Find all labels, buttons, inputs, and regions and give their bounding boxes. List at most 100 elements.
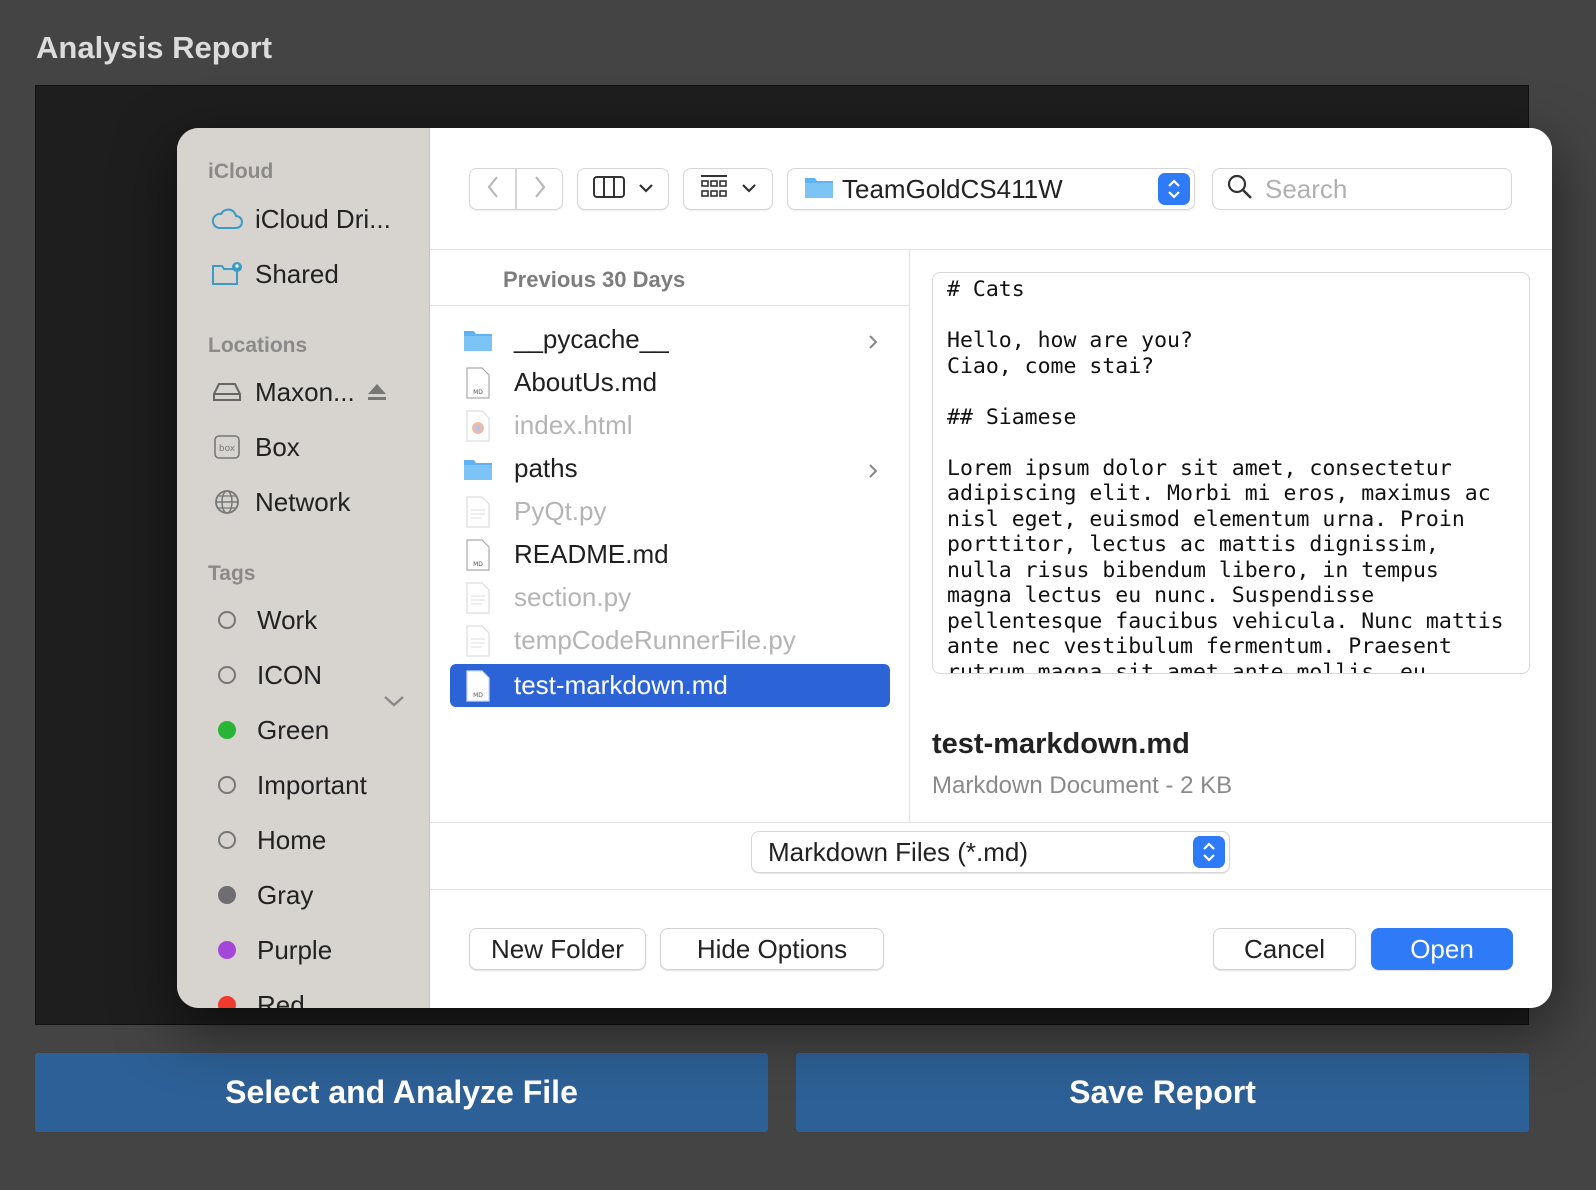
sidebar-header-tags: Tags — [208, 562, 256, 585]
open-button[interactable]: Open — [1371, 928, 1513, 970]
file-name: test-markdown.md — [514, 670, 728, 700]
chevron-right-icon — [868, 327, 878, 358]
tag-gray-dot-icon — [218, 886, 236, 904]
back-button[interactable] — [469, 168, 516, 210]
columns-view-icon — [593, 175, 625, 204]
current-folder-name: TeamGoldCS411W — [842, 173, 1063, 204]
sidebar-tag-green[interactable]: Green — [211, 710, 421, 750]
sidebar-tag-icon[interactable]: ICON — [211, 655, 421, 695]
open-file-dialog: iCloud iCloud Dri... Shared Locations Ma… — [177, 128, 1552, 1008]
sidebar-item-label: Work — [257, 604, 318, 635]
chevron-left-icon — [486, 175, 500, 204]
view-mode-button[interactable] — [577, 168, 669, 210]
dialog-sidebar: iCloud iCloud Dri... Shared Locations Ma… — [177, 128, 430, 1008]
folder-icon — [804, 175, 834, 204]
sidebar-header-locations: Locations — [208, 334, 308, 357]
sidebar-item-icloud-drive[interactable]: iCloud Dri... — [211, 199, 421, 239]
file-name: section.py — [514, 582, 632, 612]
sidebar-item-network[interactable]: Network — [211, 482, 421, 522]
popup-stepper-icon — [1158, 173, 1190, 205]
tag-empty-circle-icon — [218, 666, 236, 684]
tag-red-dot-icon — [218, 996, 236, 1008]
cancel-button[interactable]: Cancel — [1213, 928, 1356, 970]
sidebar-item-label: Purple — [257, 934, 333, 965]
sidebar-item-label: Shared — [255, 258, 339, 289]
dialog-main: TeamGoldCS411W Search Previous 30 Days _… — [430, 128, 1552, 1008]
sidebar-header-icloud: iCloud — [208, 160, 274, 183]
group-by-button[interactable] — [683, 168, 773, 210]
select-and-analyze-button[interactable]: Select and Analyze File — [35, 1053, 768, 1132]
preview-file-kind: Markdown Document - 2 KB — [932, 772, 1233, 799]
file-row-test-markdown[interactable]: MD test-markdown.md — [450, 664, 890, 707]
new-folder-button[interactable]: New Folder — [469, 928, 646, 970]
file-name: tempCodeRunnerFile.py — [514, 625, 796, 655]
sidebar-tag-gray[interactable]: Gray — [211, 875, 421, 915]
grid-group-icon — [700, 174, 728, 205]
svg-text:MD: MD — [473, 389, 483, 396]
tag-empty-circle-icon — [218, 611, 236, 629]
file-name: paths — [514, 453, 578, 483]
preview-content: # Cats Hello, how are you? Ciao, come st… — [947, 277, 1504, 674]
python-file-icon — [462, 624, 494, 658]
drive-icon — [211, 376, 243, 408]
file-row-pyqt: PyQt.py — [450, 490, 890, 533]
file-name: __pycache__ — [514, 324, 669, 354]
tag-purple-dot-icon — [218, 941, 236, 959]
file-row-pycache[interactable]: __pycache__ — [450, 318, 890, 361]
svg-text:MD: MD — [473, 692, 483, 699]
folder-icon — [462, 452, 494, 486]
preview-file-name: test-markdown.md — [932, 728, 1190, 760]
file-row-section: section.py — [450, 576, 890, 619]
sidebar-tag-important[interactable]: Important — [211, 765, 421, 805]
list-section-header: Previous 30 Days — [430, 250, 910, 306]
file-type-popup[interactable]: Markdown Files (*.md) — [751, 831, 1230, 873]
cloud-icon — [211, 203, 243, 235]
sidebar-item-label: Network — [255, 486, 351, 517]
file-name: AboutUs.md — [514, 367, 658, 397]
markdown-file-icon: MD — [462, 538, 494, 572]
tag-empty-circle-icon — [218, 831, 236, 849]
file-row-paths[interactable]: paths — [450, 447, 890, 490]
chevron-right-icon — [533, 175, 547, 204]
sidebar-tag-red[interactable]: Red — [211, 985, 421, 1008]
save-report-button[interactable]: Save Report — [796, 1053, 1529, 1132]
search-field[interactable]: Search — [1212, 168, 1512, 210]
chevron-down-icon — [639, 180, 653, 198]
sidebar-item-label: ICON — [257, 659, 322, 690]
popup-stepper-icon — [1193, 836, 1225, 868]
file-type-bar: Markdown Files (*.md) — [430, 822, 1552, 890]
file-type-label: Markdown Files (*.md) — [768, 836, 1029, 867]
html-file-icon — [462, 409, 494, 443]
sidebar-tag-purple[interactable]: Purple — [211, 930, 421, 970]
file-name: index.html — [514, 410, 633, 440]
shared-folder-icon — [211, 258, 243, 290]
forward-button[interactable] — [516, 168, 563, 210]
hide-options-button[interactable]: Hide Options — [660, 928, 884, 970]
location-popup[interactable]: TeamGoldCS411W — [787, 168, 1195, 210]
chevron-right-icon — [868, 456, 878, 487]
eject-icon[interactable] — [367, 377, 387, 408]
sidebar-tag-work[interactable]: Work — [211, 600, 421, 640]
file-row-readme[interactable]: MD README.md — [450, 533, 890, 576]
sidebar-item-label: Green — [257, 714, 330, 745]
file-row-aboutus[interactable]: MD AboutUs.md — [450, 361, 890, 404]
sidebar-item-label: Box — [255, 431, 300, 462]
sidebar-item-maxon-drive[interactable]: Maxon... — [211, 372, 421, 412]
file-list: Previous 30 Days __pycache__ MD AboutUs.… — [430, 250, 910, 822]
file-row-tempcoderunner: tempCodeRunnerFile.py — [450, 619, 890, 662]
sidebar-item-label: iCloud Dri... — [255, 203, 391, 234]
sidebar-item-shared[interactable]: Shared — [211, 254, 421, 294]
markdown-file-icon: MD — [462, 669, 494, 703]
search-placeholder: Search — [1265, 173, 1348, 204]
sidebar-item-label: Important — [257, 769, 367, 800]
file-name: README.md — [514, 539, 669, 569]
file-preview[interactable]: # Cats Hello, how are you? Ciao, come st… — [932, 272, 1530, 674]
section-header-label: Previous 30 Days — [503, 267, 686, 292]
svg-text:box: box — [219, 444, 236, 454]
sidebar-tag-home[interactable]: Home — [211, 820, 421, 860]
sidebar-item-label: Home — [257, 824, 327, 855]
sidebar-item-label: Maxon... — [255, 376, 355, 407]
sidebar-item-box[interactable]: box Box — [211, 427, 421, 467]
tag-green-dot-icon — [218, 721, 236, 739]
svg-text:MD: MD — [473, 561, 483, 568]
